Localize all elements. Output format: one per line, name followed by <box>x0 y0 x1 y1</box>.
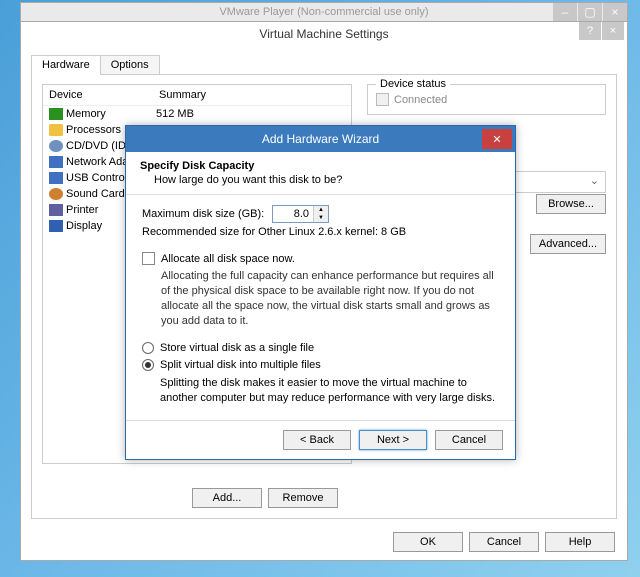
maximize-icon[interactable]: ▢ <box>578 3 602 21</box>
tab-options[interactable]: Options <box>100 55 160 75</box>
column-summary[interactable]: Summary <box>159 89 345 101</box>
settings-tabs: Hardware Options <box>31 54 617 75</box>
checkbox-icon <box>376 93 389 106</box>
radio-icon <box>142 342 154 354</box>
tab-hardware[interactable]: Hardware <box>31 55 101 75</box>
wizard-title: Add Hardware Wizard <box>262 132 379 146</box>
allocate-now-checkbox[interactable]: Allocate all disk space now. <box>142 252 499 265</box>
checkbox-icon <box>142 252 155 265</box>
memory-icon <box>49 108 63 120</box>
device-list-header: Device Summary <box>43 85 351 106</box>
network-icon <box>49 156 63 168</box>
single-file-radio[interactable]: Store virtual disk as a single file <box>142 342 499 354</box>
usb-icon <box>49 172 63 184</box>
settings-help-icon[interactable]: ? <box>579 22 601 40</box>
settings-close-icon[interactable]: × <box>602 22 624 40</box>
minimize-icon[interactable]: – <box>553 3 577 21</box>
recommended-size-text: Recommended size for Other Linux 2.6.x k… <box>142 226 499 238</box>
next-button[interactable]: Next > <box>359 430 427 450</box>
printer-icon <box>49 204 63 216</box>
wizard-footer: < Back Next > Cancel <box>126 420 515 459</box>
remove-button[interactable]: Remove <box>268 488 338 508</box>
column-device[interactable]: Device <box>49 89 159 101</box>
wizard-cancel-button[interactable]: Cancel <box>435 430 503 450</box>
ok-button[interactable]: OK <box>393 532 463 552</box>
split-files-label: Split virtual disk into multiple files <box>160 359 321 371</box>
max-disk-size-spinner[interactable]: ▲ ▼ <box>272 205 329 223</box>
add-hardware-wizard: Add Hardware Wizard ✕ Specify Disk Capac… <box>125 125 516 460</box>
allocate-description: Allocating the full capacity can enhance… <box>161 269 499 328</box>
wizard-close-button[interactable]: ✕ <box>482 129 512 149</box>
single-file-label: Store virtual disk as a single file <box>160 342 314 354</box>
device-row-memory[interactable]: Memory 512 MB <box>43 106 351 122</box>
vmware-window: VMware Player (Non-commercial use only) … <box>20 2 628 22</box>
help-button[interactable]: Help <box>545 532 615 552</box>
display-icon <box>49 220 63 232</box>
radio-checked-icon <box>142 359 154 371</box>
vmware-title: VMware Player (Non-commercial use only) <box>219 6 428 18</box>
wizard-header: Specify Disk Capacity How large do you w… <box>126 152 515 195</box>
back-button[interactable]: < Back <box>283 430 351 450</box>
browse-button[interactable]: Browse... <box>536 194 606 214</box>
split-files-radio[interactable]: Split virtual disk into multiple files <box>142 359 499 371</box>
wizard-body: Maximum disk size (GB): ▲ ▼ Recommended … <box>126 195 515 420</box>
cd-icon <box>49 140 63 152</box>
close-icon[interactable]: × <box>603 3 627 21</box>
spinner-down-icon[interactable]: ▼ <box>314 214 328 222</box>
wizard-step-title: Specify Disk Capacity <box>140 160 501 172</box>
max-disk-size-label: Maximum disk size (GB): <box>142 208 272 220</box>
settings-titlebar: Virtual Machine Settings ? × <box>21 22 627 46</box>
wizard-step-subtitle: How large do you want this disk to be? <box>154 174 501 186</box>
advanced-button[interactable]: Advanced... <box>530 234 606 254</box>
cancel-button[interactable]: Cancel <box>469 532 539 552</box>
sound-icon <box>49 188 63 200</box>
connected-checkbox: Connected <box>376 93 597 106</box>
vmware-window-controls: – ▢ × <box>552 3 627 21</box>
allocate-now-label: Allocate all disk space now. <box>161 253 295 265</box>
settings-title: Virtual Machine Settings <box>259 27 388 41</box>
processor-icon <box>49 124 63 136</box>
add-button[interactable]: Add... <box>192 488 262 508</box>
split-description: Splitting the disk makes it easier to mo… <box>160 376 499 406</box>
device-status-title: Device status <box>376 78 450 90</box>
wizard-titlebar[interactable]: Add Hardware Wizard ✕ <box>126 126 515 152</box>
max-disk-size-input[interactable] <box>273 207 313 221</box>
spinner-up-icon[interactable]: ▲ <box>314 206 328 214</box>
device-status-group: Device status Connected <box>367 84 606 115</box>
